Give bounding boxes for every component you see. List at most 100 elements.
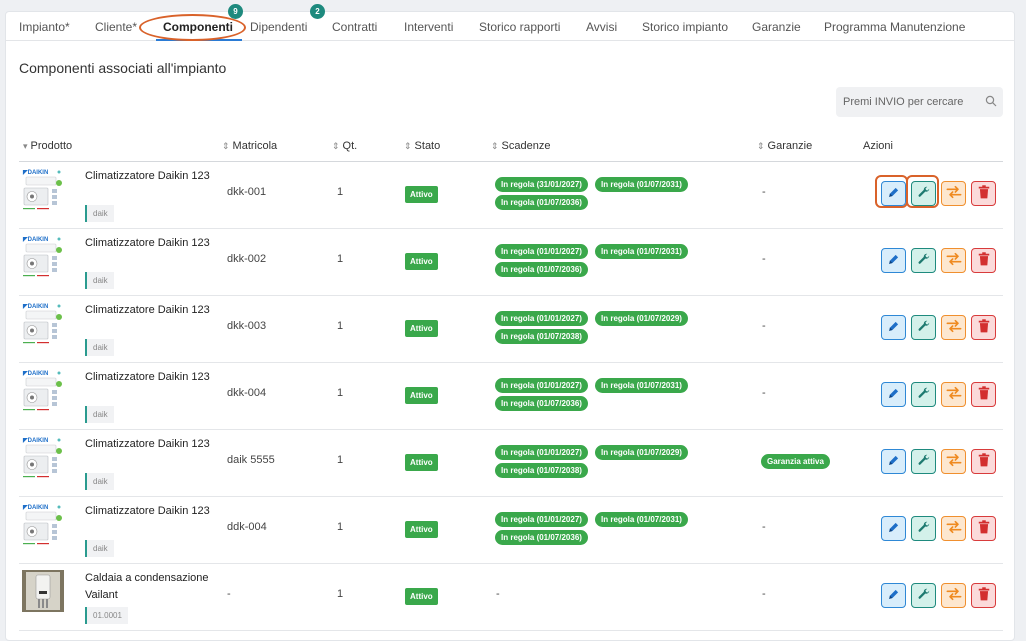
maintenance-highlight-ring [906, 175, 939, 208]
table-row: ◤DAIKIN Climatizzatore Daikin 123 daik dkk-… [19, 229, 1003, 296]
product-name[interactable]: Caldaia a condensazione Vailant [85, 570, 220, 604]
column-qt[interactable]: ⇕ Qt. [332, 140, 357, 152]
tab-dipendenti[interactable]: Dipendenti [250, 20, 307, 34]
pencil-icon [887, 320, 900, 336]
pencil-icon [887, 521, 900, 537]
product-name[interactable]: Climatizzatore Daikin 123 [85, 168, 220, 185]
column-matricola[interactable]: ⇕ Matricola [222, 140, 277, 152]
svg-text:◤DAIKIN: ◤DAIKIN [22, 505, 48, 511]
column-prodotto[interactable]: ▾ Prodotto [23, 140, 72, 152]
product-thumbnail: ◤DAIKIN [22, 436, 64, 478]
column-garanzie[interactable]: ⇕ Garanzie [757, 140, 812, 152]
deadline-badge: In regola (01/07/2029) [595, 445, 688, 460]
qt-value: 1 [337, 387, 344, 399]
product-name[interactable]: Climatizzatore Daikin 123 [85, 503, 220, 520]
tab-programma-manutenzione[interactable]: Programma Manutenzione [824, 20, 965, 34]
product-code: daik [85, 473, 114, 490]
status-badge: Attivo [405, 253, 438, 270]
edit-button[interactable] [881, 315, 906, 340]
wrench-icon [917, 587, 931, 604]
edit-button[interactable] [881, 248, 906, 273]
column-stato[interactable]: ⇕ Stato [404, 140, 440, 152]
table-row: ◤DAIKIN Climatizzatore Daikin 123 daik dkk-… [19, 162, 1003, 229]
maintenance-button[interactable] [911, 449, 936, 474]
maintenance-button[interactable] [911, 516, 936, 541]
qt-value: 1 [337, 521, 344, 533]
edit-button[interactable] [881, 516, 906, 541]
column-scadenze[interactable]: ⇕ Scadenze [491, 140, 550, 152]
delete-button[interactable] [971, 382, 996, 407]
replace-button[interactable] [941, 449, 966, 474]
wrench-icon [917, 520, 931, 537]
deadline-badge: In regola (01/07/2038) [495, 329, 588, 344]
product-thumbnail [22, 570, 64, 612]
deadline-empty: - [496, 588, 500, 600]
qt-value: 1 [337, 253, 344, 265]
product-name[interactable]: Climatizzatore Daikin 123 [85, 436, 220, 453]
svg-text:◤DAIKIN: ◤DAIKIN [22, 170, 48, 176]
maintenance-button[interactable] [911, 248, 936, 273]
pencil-icon [887, 588, 900, 604]
search-input[interactable] [836, 87, 1003, 117]
search-box[interactable] [836, 87, 1003, 117]
pencil-icon [887, 387, 900, 403]
edit-button[interactable] [881, 382, 906, 407]
table-header: ▾ Prodotto ⇕ Matricola ⇕ Qt. ⇕ Stato ⇕ Scaden… [19, 136, 1003, 162]
status-badge: Attivo [405, 186, 438, 203]
replace-button[interactable] [941, 516, 966, 541]
product-name[interactable]: Climatizzatore Daikin 123 [85, 302, 220, 319]
replace-button[interactable] [941, 315, 966, 340]
trash-icon [978, 453, 990, 470]
trash-icon [978, 252, 990, 269]
edit-button[interactable] [881, 583, 906, 608]
replace-button[interactable] [941, 181, 966, 206]
replace-button[interactable] [941, 583, 966, 608]
product-thumbnail: ◤DAIKIN [22, 503, 64, 545]
tab-bar: Impianto* Cliente* Componenti Dipendenti… [6, 4, 1014, 41]
replace-button[interactable] [941, 382, 966, 407]
swap-arrows-icon [946, 386, 962, 403]
product-thumbnail: ◤DAIKIN [22, 168, 64, 210]
delete-button[interactable] [971, 315, 996, 340]
tab-garanzie[interactable]: Garanzie [752, 20, 801, 34]
qt-value: 1 [337, 186, 344, 198]
warranty-badge: Garanzia attiva [761, 454, 830, 469]
product-name[interactable]: Climatizzatore Daikin 123 [85, 235, 220, 252]
deadline-badge: In regola (01/07/2036) [495, 530, 588, 545]
tab-storico-impianto[interactable]: Storico impianto [642, 20, 728, 34]
warranty-value: - [762, 521, 766, 533]
tab-contratti[interactable]: Contratti [332, 20, 377, 34]
delete-button[interactable] [971, 449, 996, 474]
deadline-badge: In regola (01/01/2027) [495, 244, 588, 259]
maintenance-button[interactable] [911, 583, 936, 608]
delete-button[interactable] [971, 516, 996, 541]
tab-cliente[interactable]: Cliente* [95, 20, 137, 34]
tab-storico-rapporti[interactable]: Storico rapporti [479, 20, 560, 34]
delete-button[interactable] [971, 248, 996, 273]
pencil-icon [887, 253, 900, 269]
tab-interventi[interactable]: Interventi [404, 20, 453, 34]
deadline-badge: In regola (01/01/2027) [495, 311, 588, 326]
svg-text:◤DAIKIN: ◤DAIKIN [22, 304, 48, 310]
matricola-value: dkk-003 [227, 320, 267, 332]
edit-button[interactable] [881, 449, 906, 474]
maintenance-button[interactable] [911, 315, 936, 340]
warranty-value: - [762, 387, 766, 399]
status-badge: Attivo [405, 588, 438, 605]
warranty-value: - [762, 320, 766, 332]
tab-impianto[interactable]: Impianto* [19, 20, 70, 34]
tab-avvisi[interactable]: Avvisi [586, 20, 617, 34]
replace-button[interactable] [941, 248, 966, 273]
deadline-badge: In regola (01/01/2027) [495, 445, 588, 460]
product-name[interactable]: Climatizzatore Daikin 123 [85, 369, 220, 386]
delete-button[interactable] [971, 181, 996, 206]
tab-count-badge: 2 [310, 4, 325, 19]
trash-icon [978, 319, 990, 336]
deadline-badge: In regola (01/07/2031) [595, 512, 688, 527]
table-row: ◤DAIKIN Climatizzatore Daikin 123 daik ddk-… [19, 497, 1003, 564]
table-row: ◤DAIKIN Climatizzatore Daikin 123 daik dkk-… [19, 296, 1003, 363]
maintenance-button[interactable] [911, 382, 936, 407]
sort-icon: ⇕ [757, 141, 765, 151]
delete-button[interactable] [971, 583, 996, 608]
swap-arrows-icon [946, 587, 962, 604]
